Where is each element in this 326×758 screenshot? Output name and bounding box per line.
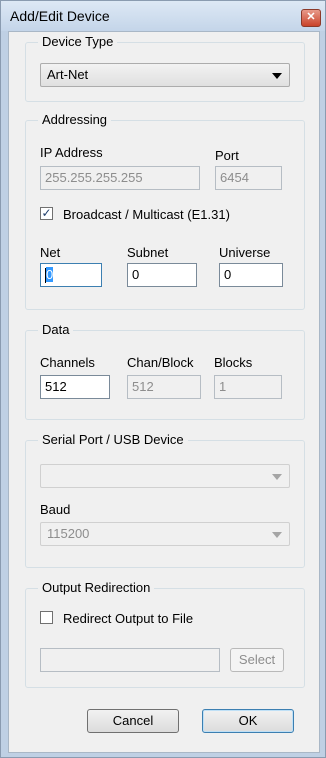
output-redirection-group-title: Output Redirection bbox=[38, 580, 155, 596]
addressing-group-title: Addressing bbox=[38, 112, 112, 128]
device-type-select[interactable]: Art-Net bbox=[40, 63, 290, 87]
blocks-label: Blocks bbox=[214, 355, 253, 370]
ok-button[interactable]: OK bbox=[202, 709, 294, 733]
net-value: 0 bbox=[46, 267, 54, 282]
blocks-field[interactable]: 1 bbox=[214, 375, 282, 399]
serial-port-group: Serial Port / USB Device Baud 115200 bbox=[25, 432, 305, 568]
data-group: Data Channels 512 Chan/Block 512 Blocks … bbox=[25, 322, 305, 420]
broadcast-checkbox[interactable]: ✓ bbox=[40, 207, 53, 220]
channels-label: Channels bbox=[40, 355, 95, 370]
broadcast-label[interactable]: Broadcast / Multicast (E1.31) bbox=[63, 207, 230, 222]
port-value: 6454 bbox=[220, 170, 249, 185]
universe-value: 0 bbox=[224, 267, 232, 282]
universe-label: Universe bbox=[219, 245, 271, 260]
output-redirection-group: Output Redirection Redirect Output to Fi… bbox=[25, 580, 305, 688]
device-type-group-title: Device Type bbox=[38, 34, 118, 50]
ip-address-field[interactable]: 255.255.255.255 bbox=[40, 166, 200, 190]
net-label: Net bbox=[40, 245, 61, 260]
select-file-button[interactable]: Select bbox=[230, 648, 284, 672]
cancel-button[interactable]: Cancel bbox=[87, 709, 179, 733]
subnet-value: 0 bbox=[132, 267, 140, 282]
dialog-body: Device Type Art-Net Addressing IP Addres… bbox=[8, 31, 320, 753]
close-icon: ✕ bbox=[306, 11, 316, 23]
device-type-group: Device Type Art-Net bbox=[25, 34, 305, 102]
addressing-group: Addressing IP Address 255.255.255.255 Po… bbox=[25, 112, 305, 310]
close-button[interactable]: ✕ bbox=[301, 9, 321, 27]
port-field[interactable]: 6454 bbox=[215, 166, 282, 190]
chan-block-value: 512 bbox=[132, 379, 154, 394]
universe-field[interactable]: 0 bbox=[219, 263, 283, 287]
window-title: Add/Edit Device bbox=[10, 8, 110, 24]
device-type-selected-value: Art-Net bbox=[47, 67, 89, 82]
subnet-field[interactable]: 0 bbox=[127, 263, 197, 287]
channels-value: 512 bbox=[45, 379, 67, 394]
port-label: Port bbox=[215, 148, 239, 163]
add-edit-device-dialog: Add/Edit Device ✕ Device Type Art-Net Ad… bbox=[0, 0, 326, 758]
ip-address-value: 255.255.255.255 bbox=[45, 170, 143, 185]
chevron-down-icon bbox=[272, 532, 282, 538]
chevron-down-icon bbox=[272, 73, 282, 79]
blocks-value: 1 bbox=[219, 379, 227, 394]
baud-label: Baud bbox=[40, 502, 71, 517]
ip-address-label: IP Address bbox=[40, 145, 103, 160]
baud-selected-value: 115200 bbox=[47, 526, 90, 541]
baud-select[interactable]: 115200 bbox=[40, 522, 290, 546]
serial-port-group-title: Serial Port / USB Device bbox=[38, 432, 188, 448]
title-bar[interactable]: Add/Edit Device ✕ bbox=[1, 1, 325, 31]
redirect-output-checkbox[interactable] bbox=[40, 611, 53, 624]
redirect-output-label[interactable]: Redirect Output to File bbox=[63, 611, 193, 626]
serial-port-select[interactable] bbox=[40, 464, 290, 488]
checkmark-icon: ✓ bbox=[41, 206, 52, 220]
subnet-label: Subnet bbox=[127, 245, 169, 260]
channels-field[interactable]: 512 bbox=[40, 375, 110, 399]
chan-block-label: Chan/Block bbox=[127, 355, 194, 370]
chevron-down-icon bbox=[272, 474, 282, 480]
data-group-title: Data bbox=[38, 322, 74, 338]
output-file-field[interactable] bbox=[40, 648, 220, 672]
net-field[interactable]: 0 bbox=[40, 263, 102, 287]
chan-block-field[interactable]: 512 bbox=[127, 375, 201, 399]
